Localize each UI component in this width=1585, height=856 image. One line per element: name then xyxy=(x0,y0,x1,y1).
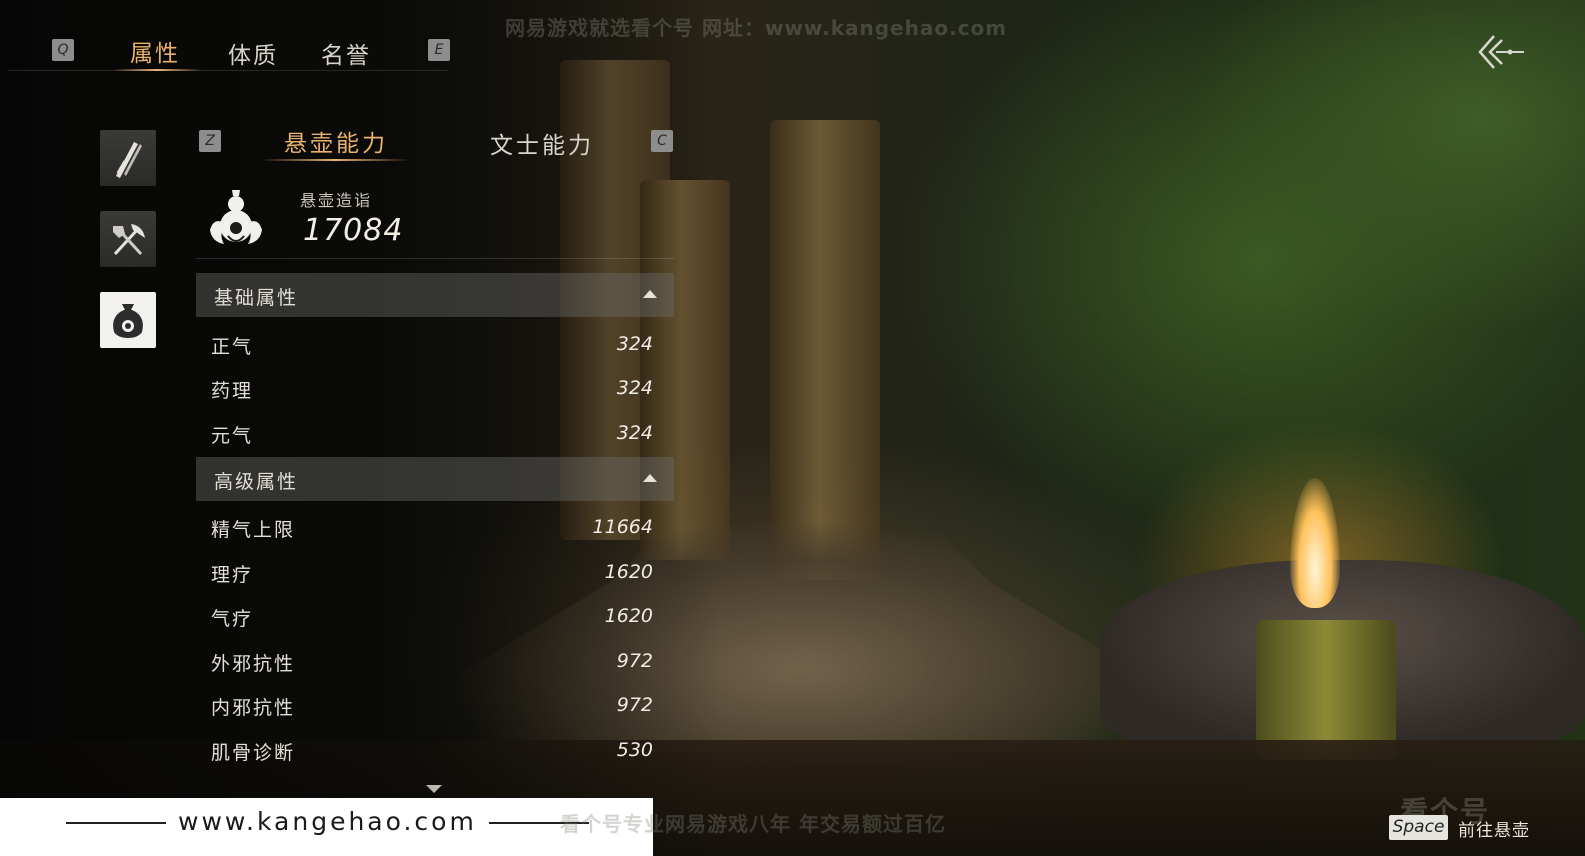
section-header-advanced[interactable]: 高级属性 xyxy=(196,457,674,501)
stat-value: 324 xyxy=(616,422,653,444)
back-arrow-icon xyxy=(1478,35,1524,69)
goto-xuanhu-label[interactable]: 前往悬壶 xyxy=(1458,816,1530,841)
stat-name: 精气上限 xyxy=(211,519,296,541)
stat-row: 精气上限 11664 xyxy=(196,505,674,549)
tab-reputation[interactable]: 名誉 xyxy=(321,36,371,70)
section-header-basic[interactable]: 基础属性 xyxy=(196,273,674,317)
active-subtab-underline xyxy=(260,159,410,161)
collapse-caret-icon xyxy=(643,474,657,482)
score-divider xyxy=(196,258,674,259)
score-label: 悬壶造诣 xyxy=(300,191,373,210)
medicine-pouch-icon xyxy=(113,304,143,338)
stat-value: 324 xyxy=(616,333,653,355)
stat-name: 元气 xyxy=(211,425,254,447)
weapon-icon xyxy=(116,142,142,178)
stat-name: 药理 xyxy=(211,380,254,402)
section-title: 基础属性 xyxy=(214,287,299,309)
stat-value: 530 xyxy=(616,739,653,761)
key-hint-prev-subtab[interactable]: Z xyxy=(199,130,221,152)
scroll-down-arrow-icon[interactable] xyxy=(426,785,442,793)
score-value: 17084 xyxy=(303,213,404,248)
key-hint-next-subtab[interactable]: C xyxy=(651,130,673,152)
subtab-xuanhu-ability[interactable]: 悬壶能力 xyxy=(284,124,388,158)
stat-value: 1620 xyxy=(604,605,653,627)
stat-row: 元气 324 xyxy=(196,411,674,455)
key-hint-prev-tab[interactable]: Q xyxy=(52,39,74,61)
side-tab-medicine[interactable] xyxy=(100,292,156,348)
watermark-bottom: 看个号专业网易游戏八年 年交易额过百亿 xyxy=(560,812,946,836)
stat-name: 外邪抗性 xyxy=(211,653,296,675)
candle-flame xyxy=(1290,478,1340,608)
stat-row: 肌骨诊断 530 xyxy=(196,728,674,772)
banner-line xyxy=(66,822,166,824)
stat-value: 324 xyxy=(616,377,653,399)
stat-row: 正气 324 xyxy=(196,322,674,366)
stat-name: 内邪抗性 xyxy=(211,697,296,719)
stat-row: 外邪抗性 972 xyxy=(196,639,674,683)
stat-name: 气疗 xyxy=(211,608,254,630)
candle xyxy=(1256,620,1396,760)
section-title: 高级属性 xyxy=(214,471,299,493)
stat-value: 972 xyxy=(616,650,653,672)
top-tab-bar: Q 属性 体质 名誉 E xyxy=(0,0,1585,80)
watermark-banner: www.kangehao.com xyxy=(0,798,653,856)
side-tab-tools[interactable] xyxy=(100,211,156,267)
stat-name: 理疗 xyxy=(211,564,254,586)
stat-value: 1620 xyxy=(604,561,653,583)
watermark-site: www.kangehao.com xyxy=(178,807,477,836)
back-button[interactable] xyxy=(1476,30,1526,74)
stat-row: 内邪抗性 972 xyxy=(196,683,674,727)
tab-constitution[interactable]: 体质 xyxy=(228,36,278,70)
stat-value: 11664 xyxy=(592,516,653,538)
subtab-scholar-ability[interactable]: 文士能力 xyxy=(490,126,594,160)
tab-attributes[interactable]: 属性 xyxy=(130,34,180,68)
tools-icon xyxy=(113,224,145,256)
stat-row: 药理 324 xyxy=(196,366,674,410)
key-hint-next-tab[interactable]: E xyxy=(428,39,450,61)
stat-row: 气疗 1620 xyxy=(196,594,674,638)
stat-name: 肌骨诊断 xyxy=(211,742,296,764)
stat-row: 理疗 1620 xyxy=(196,550,674,594)
space-key-hint[interactable]: Space xyxy=(1389,815,1448,840)
stat-value: 972 xyxy=(616,694,653,716)
top-tab-divider xyxy=(8,70,448,71)
side-tab-weapon[interactable] xyxy=(100,130,156,186)
stat-name: 正气 xyxy=(211,336,254,358)
gourd-icon xyxy=(204,186,268,250)
collapse-caret-icon xyxy=(643,290,657,298)
